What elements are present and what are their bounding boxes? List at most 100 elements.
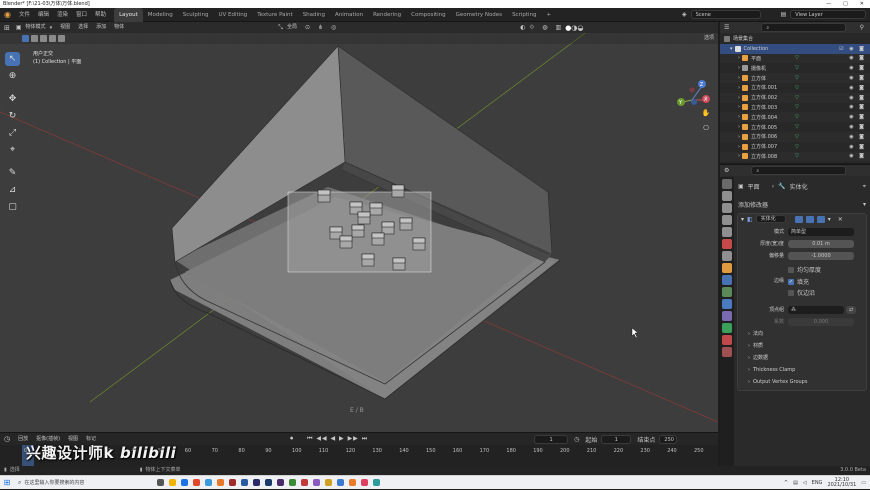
tab-animation[interactable]: Animation [330, 8, 368, 22]
edit-mode-toggle-icon[interactable] [794, 215, 803, 223]
maximize-button[interactable]: □ [843, 0, 848, 8]
zoom-icon[interactable]: ⌕ [700, 92, 712, 104]
menu-edit[interactable]: 编辑 [34, 8, 53, 22]
menu-help[interactable]: 帮助 [91, 8, 110, 22]
timeline-editor-icon[interactable]: ◷ [0, 435, 14, 443]
outliner-item[interactable]: › 摄像机 ▽ ◉ ◙ [720, 63, 870, 73]
tab-modeling[interactable]: Modeling [143, 8, 178, 22]
minimize-button[interactable]: — [826, 0, 831, 8]
view-layer-field[interactable]: View Layer [790, 10, 867, 19]
camera-view-icon[interactable]: ⎔ [700, 122, 712, 134]
select-tool-icon[interactable]: ↖ [5, 52, 20, 66]
visibility-toggles-icon[interactable]: ◉ ◙ [849, 114, 870, 120]
even-thickness-checkbox[interactable]: 均匀厚度 [788, 265, 821, 274]
tab-data-icon[interactable] [722, 323, 732, 333]
viewport-toggle-icon[interactable] [805, 215, 814, 223]
menu-object[interactable]: 物体 [110, 22, 128, 33]
tab-render-icon[interactable] [722, 191, 732, 201]
outliner-search-input[interactable]: ⌕ [761, 23, 847, 32]
menu-add[interactable]: 添加 [92, 22, 110, 33]
tab-geometry-nodes[interactable]: Geometry Nodes [451, 8, 507, 22]
offset-field[interactable]: -1.0000 [788, 252, 854, 260]
orientation-selector[interactable]: 全局 [283, 22, 301, 33]
subpanel-3[interactable]: › Thickness Clamp [748, 366, 795, 374]
blender-taskbar-icon[interactable] [216, 479, 224, 486]
add-workspace-button[interactable]: + [542, 8, 557, 22]
clock[interactable]: 12:10 2021/10/31 [827, 477, 856, 488]
render-toggle-icon[interactable] [816, 215, 825, 223]
options-menu[interactable]: 选项 [700, 33, 718, 44]
app-icon[interactable] [204, 479, 212, 486]
properties-search-input[interactable]: ⌕ [751, 166, 847, 175]
cursor-tool-icon[interactable]: ⊕ [5, 69, 20, 83]
rotate-tool-icon[interactable]: ↻ [5, 109, 20, 123]
app-icon[interactable] [348, 479, 356, 486]
editor-type-icon[interactable]: ⊞ [0, 24, 14, 32]
visibility-toggles-icon[interactable]: ◉ ◙ [849, 55, 870, 61]
tab-particles-icon[interactable] [722, 287, 732, 297]
annotate-tool-icon[interactable]: ✎ [5, 166, 20, 180]
outliner-item[interactable]: › 立方体.002 ▽ ◉ ◙ [720, 92, 870, 103]
pin-icon[interactable]: ⌖ [863, 183, 866, 191]
chrome-icon[interactable] [192, 479, 200, 486]
premiere-icon[interactable] [252, 479, 260, 486]
properties-editor-icon[interactable]: ⚙ [724, 167, 729, 174]
overlay-toggle-icon[interactable]: ◍ [538, 24, 551, 31]
tab-sculpting[interactable]: Sculpting [178, 8, 214, 22]
visibility-toggles-icon[interactable]: ◉ ◙ [849, 134, 870, 140]
app-icon[interactable] [240, 479, 248, 486]
blender-logo-icon[interactable]: ◉ [0, 10, 15, 19]
outliner-item[interactable]: › 平面 ▽ ◉ ◙ [720, 53, 870, 64]
tab-modifier-icon[interactable] [722, 275, 732, 285]
menu-file[interactable]: 文件 [15, 8, 34, 22]
visibility-toggles-icon[interactable]: ◉ ◙ [849, 75, 870, 81]
outliner-item[interactable]: › 立方体.001 ▽ ◉ ◙ [720, 83, 870, 93]
tab-constraints-icon[interactable] [722, 311, 732, 321]
modifier-name-field[interactable]: 实体化 [755, 215, 786, 223]
app-icon[interactable] [300, 479, 308, 486]
app-icon[interactable] [288, 479, 296, 486]
mode-select[interactable]: 简单型 [788, 228, 854, 236]
close-button[interactable]: ✕ [860, 0, 864, 8]
tab-tool-icon[interactable] [722, 179, 732, 189]
tab-shading[interactable]: Shading [298, 8, 330, 22]
select-subtract-icon[interactable] [40, 35, 47, 42]
factor-field[interactable]: 0.000 [788, 318, 854, 326]
thickness-field[interactable]: 0.01 m [788, 240, 854, 248]
subpanel-2[interactable]: › 边数据 [748, 354, 768, 362]
visibility-toggles-icon[interactable]: ◉ ◙ [849, 144, 870, 150]
explorer-icon[interactable] [168, 479, 176, 486]
volume-icon[interactable]: ◁ [803, 480, 807, 486]
select-invert-icon[interactable] [49, 35, 56, 42]
visibility-toggles-icon[interactable]: ☑ ◉ ◙ [839, 46, 870, 52]
outliner-item[interactable]: › 立方体.004 ▽ ◉ ◙ [720, 112, 870, 123]
outliner-item[interactable]: › 立方体.006 ▽ ◉ ◙ [720, 131, 870, 142]
pivot-icon[interactable]: ⊙ [301, 24, 314, 31]
outliner-item[interactable]: › 立方体.007 ▽ ◉ ◙ [720, 142, 870, 152]
start-frame-field[interactable]: 1 [601, 434, 632, 444]
tab-layout[interactable]: Layout [114, 7, 143, 22]
measure-tool-icon[interactable]: ⊿ [5, 183, 20, 197]
invert-vgroup-icon[interactable]: ⇄ [846, 306, 856, 314]
app-icon[interactable] [228, 479, 236, 486]
record-icon[interactable]: ⏺ [290, 435, 293, 443]
subpanel-4[interactable]: › Output Vertex Groups [748, 378, 807, 386]
after-effects-icon[interactable] [276, 479, 284, 486]
playback-controls[interactable]: ⏮ ◀◀ ◀ ▶ ▶▶ ⏭ [307, 435, 368, 443]
visibility-toggles-icon[interactable]: ◉ ◙ [849, 65, 870, 71]
outliner-editor-icon[interactable]: ☰ [724, 24, 729, 31]
subpanel-1[interactable]: › 材质 [748, 342, 763, 350]
scene-field[interactable]: Scene [690, 10, 761, 19]
scale-tool-icon[interactable]: ⤢ [5, 126, 20, 140]
app-icon[interactable] [360, 479, 368, 486]
visibility-toggles-icon[interactable]: ◉ ◙ [849, 104, 870, 110]
tray-chevron-icon[interactable]: ^ [784, 480, 788, 486]
visibility-toggles-icon[interactable]: ◉ ◙ [849, 95, 870, 101]
tab-compositing[interactable]: Compositing [406, 8, 450, 22]
viewport-3d[interactable]: ⊞ ▣ 物体模式 ▾ 视图 选择 添加 物体 ⤡ 全局 ⊙ ⋔ ◎ ◐ ⟐ ◍ … [0, 22, 718, 432]
tab-texture-icon[interactable] [722, 347, 732, 357]
outliner-item[interactable]: › 立方体 ▽ ◉ ◙ [720, 73, 870, 83]
app-icon[interactable] [324, 479, 332, 486]
current-frame-field[interactable]: 1 [534, 434, 569, 444]
gizmo-toggle-icon[interactable]: ⟐ [526, 24, 539, 32]
